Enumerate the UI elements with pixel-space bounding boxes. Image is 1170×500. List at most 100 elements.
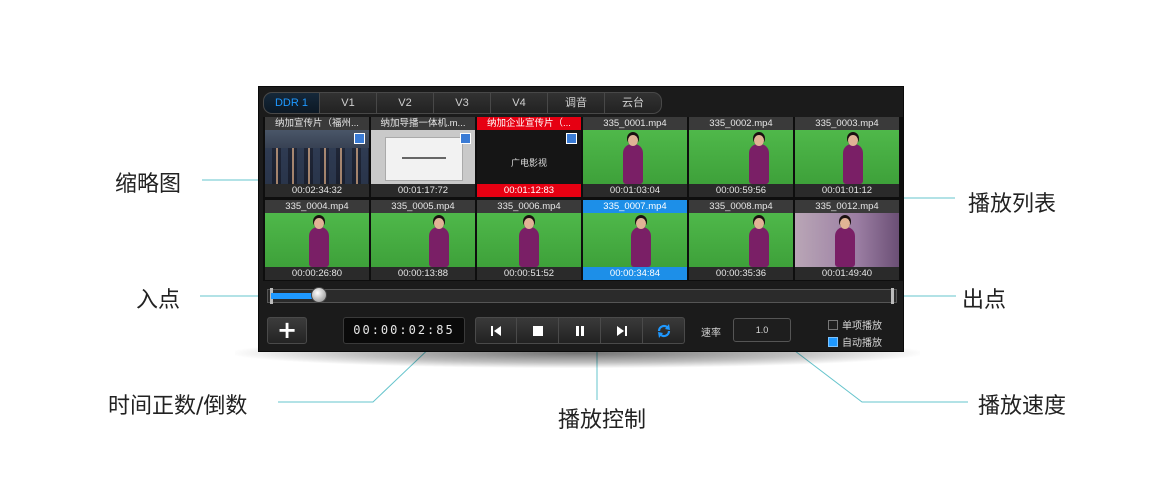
callout-in-point: 入点 <box>136 288 181 313</box>
clip-title: 335_0008.mp4 <box>689 200 793 213</box>
playlist-clip[interactable]: 335_0012.mp4 00:01:49:40 <box>795 200 899 280</box>
clip-duration: 00:00:35:36 <box>689 267 793 280</box>
presenter-figure <box>429 218 449 267</box>
clip-duration: 00:02:34:32 <box>265 184 369 197</box>
clip-thumbnail <box>265 130 369 184</box>
rate-input[interactable]: 1.0 <box>733 318 791 342</box>
playlist-clip[interactable]: 335_0001.mp4 00:01:03:04 <box>583 117 687 197</box>
clip-title: 335_0002.mp4 <box>689 117 793 130</box>
clip-title: 纳加企业宣传片（... <box>477 117 581 130</box>
clip-duration: 00:00:13:88 <box>371 267 475 280</box>
skip-start-button[interactable] <box>475 317 517 344</box>
clip-title: 335_0003.mp4 <box>795 117 899 130</box>
loop-button[interactable] <box>643 317 685 344</box>
playlist-clip[interactable]: 335_0007.mp4 00:00:34:84 <box>583 200 687 280</box>
callout-thumbnail: 缩略图 <box>115 172 182 197</box>
loop-icon <box>657 323 670 338</box>
playlist-clip[interactable]: 纳加企业宣传片（... 广电影视 00:01:12:83 <box>477 117 581 197</box>
tab-6[interactable]: 云台 <box>605 92 662 114</box>
rate-label: 速率 <box>701 328 721 339</box>
clip-duration: 00:00:59:56 <box>689 184 793 197</box>
ddr-panel: DDR 1 V1 V2 V3 V4 调音 云台 纳加宣传片（福州... 00:02:34:32… <box>258 86 904 352</box>
presenter-figure <box>749 135 769 184</box>
clip-duration: 00:00:51:52 <box>477 267 581 280</box>
presenter-figure <box>835 218 855 267</box>
tab-5[interactable]: 调音 <box>548 92 605 114</box>
clip-thumbnail <box>371 213 475 267</box>
playlist-clip[interactable]: 335_0003.mp4 00:01:01:12 <box>795 117 899 197</box>
clip-badge-icon <box>354 133 365 144</box>
presenter-figure <box>309 218 329 267</box>
presenter-figure <box>519 218 539 267</box>
presenter-figure <box>749 218 769 267</box>
clip-thumbnail: 广电影视 <box>477 130 581 184</box>
clip-duration: 00:01:01:12 <box>795 184 899 197</box>
timecode-display[interactable]: 00:00:02:85 <box>343 317 465 344</box>
tab-1[interactable]: V1 <box>320 92 377 114</box>
clip-thumbnail <box>795 213 899 267</box>
callout-playlist: 播放列表 <box>968 192 1057 217</box>
skip-end-button[interactable] <box>601 317 643 344</box>
clip-badge-icon <box>460 133 471 144</box>
callout-playback-control: 播放控制 <box>558 408 647 433</box>
auto-play-checkbox[interactable] <box>828 336 838 347</box>
clip-title: 335_0004.mp4 <box>265 200 369 213</box>
callout-playback-speed: 播放速度 <box>978 394 1067 419</box>
playlist-grid: 纳加宣传片（福州... 00:02:34:32 纳加导播一体机.m... 00:01:… <box>263 117 903 281</box>
clip-title: 335_0001.mp4 <box>583 117 687 130</box>
tab-3[interactable]: V3 <box>434 92 491 114</box>
clip-thumbnail <box>477 213 581 267</box>
clip-thumbnail <box>689 213 793 267</box>
progress-handle[interactable] <box>311 287 327 303</box>
thumb-caption: 广电影视 <box>510 159 547 169</box>
pause-icon <box>575 325 584 336</box>
auto-play-option[interactable]: 自动播放 <box>828 334 882 349</box>
clip-thumbnail <box>265 213 369 267</box>
playlist-clip[interactable]: 335_0002.mp4 00:00:59:56 <box>689 117 793 197</box>
slide-card <box>385 137 463 181</box>
callout-out-point: 出点 <box>962 288 1007 313</box>
single-play-option[interactable]: 单项播放 <box>828 317 882 332</box>
single-play-checkbox[interactable] <box>828 319 838 330</box>
pause-button[interactable] <box>559 317 601 344</box>
playlist-clip[interactable]: 335_0008.mp4 00:00:35:36 <box>689 200 793 280</box>
clip-duration: 00:00:26:80 <box>265 267 369 280</box>
clip-duration: 00:01:17:72 <box>371 184 475 197</box>
tab-bar: DDR 1 V1 V2 V3 V4 调音 云台 <box>263 92 662 114</box>
add-clip-button[interactable]: + <box>267 317 307 344</box>
clip-title: 335_0006.mp4 <box>477 200 581 213</box>
clip-thumbnail <box>583 130 687 184</box>
clip-thumbnail <box>795 130 899 184</box>
audience-image <box>265 148 369 184</box>
tab-0[interactable]: DDR 1 <box>263 92 320 114</box>
progress-bar[interactable] <box>267 287 897 304</box>
stop-button[interactable] <box>517 317 559 344</box>
playlist-clip[interactable]: 335_0006.mp4 00:00:51:52 <box>477 200 581 280</box>
playlist-clip[interactable]: 纳加宣传片（福州... 00:02:34:32 <box>265 117 369 197</box>
presenter-figure <box>843 135 863 184</box>
presenter-figure <box>623 135 643 184</box>
skip-end-icon <box>616 325 627 336</box>
clip-badge-icon <box>566 133 577 144</box>
clip-thumbnail <box>689 130 793 184</box>
clip-title: 335_0005.mp4 <box>371 200 475 213</box>
callout-timecode: 时间正数/倒数 <box>108 394 248 419</box>
clip-duration: 00:01:12:83 <box>477 184 581 197</box>
transport-controls <box>475 317 685 344</box>
stop-icon <box>532 325 543 336</box>
tab-2[interactable]: V2 <box>377 92 434 114</box>
clip-duration: 00:01:03:04 <box>583 184 687 197</box>
playlist-clip[interactable]: 335_0005.mp4 00:00:13:88 <box>371 200 475 280</box>
playlist-clip[interactable]: 纳加导播一体机.m... 00:01:17:72 <box>371 117 475 197</box>
clip-title: 335_0012.mp4 <box>795 200 899 213</box>
clip-title: 335_0007.mp4 <box>583 200 687 213</box>
tab-4[interactable]: V4 <box>491 92 548 114</box>
auto-play-label: 自动播放 <box>842 338 882 349</box>
presenter-figure <box>631 218 651 267</box>
out-point-marker[interactable] <box>891 288 894 304</box>
clip-title: 纳加导播一体机.m... <box>371 117 475 130</box>
clip-thumbnail <box>583 213 687 267</box>
playlist-clip[interactable]: 335_0004.mp4 00:00:26:80 <box>265 200 369 280</box>
clip-title: 纳加宣传片（福州... <box>265 117 369 130</box>
clip-duration: 00:00:34:84 <box>583 267 687 280</box>
